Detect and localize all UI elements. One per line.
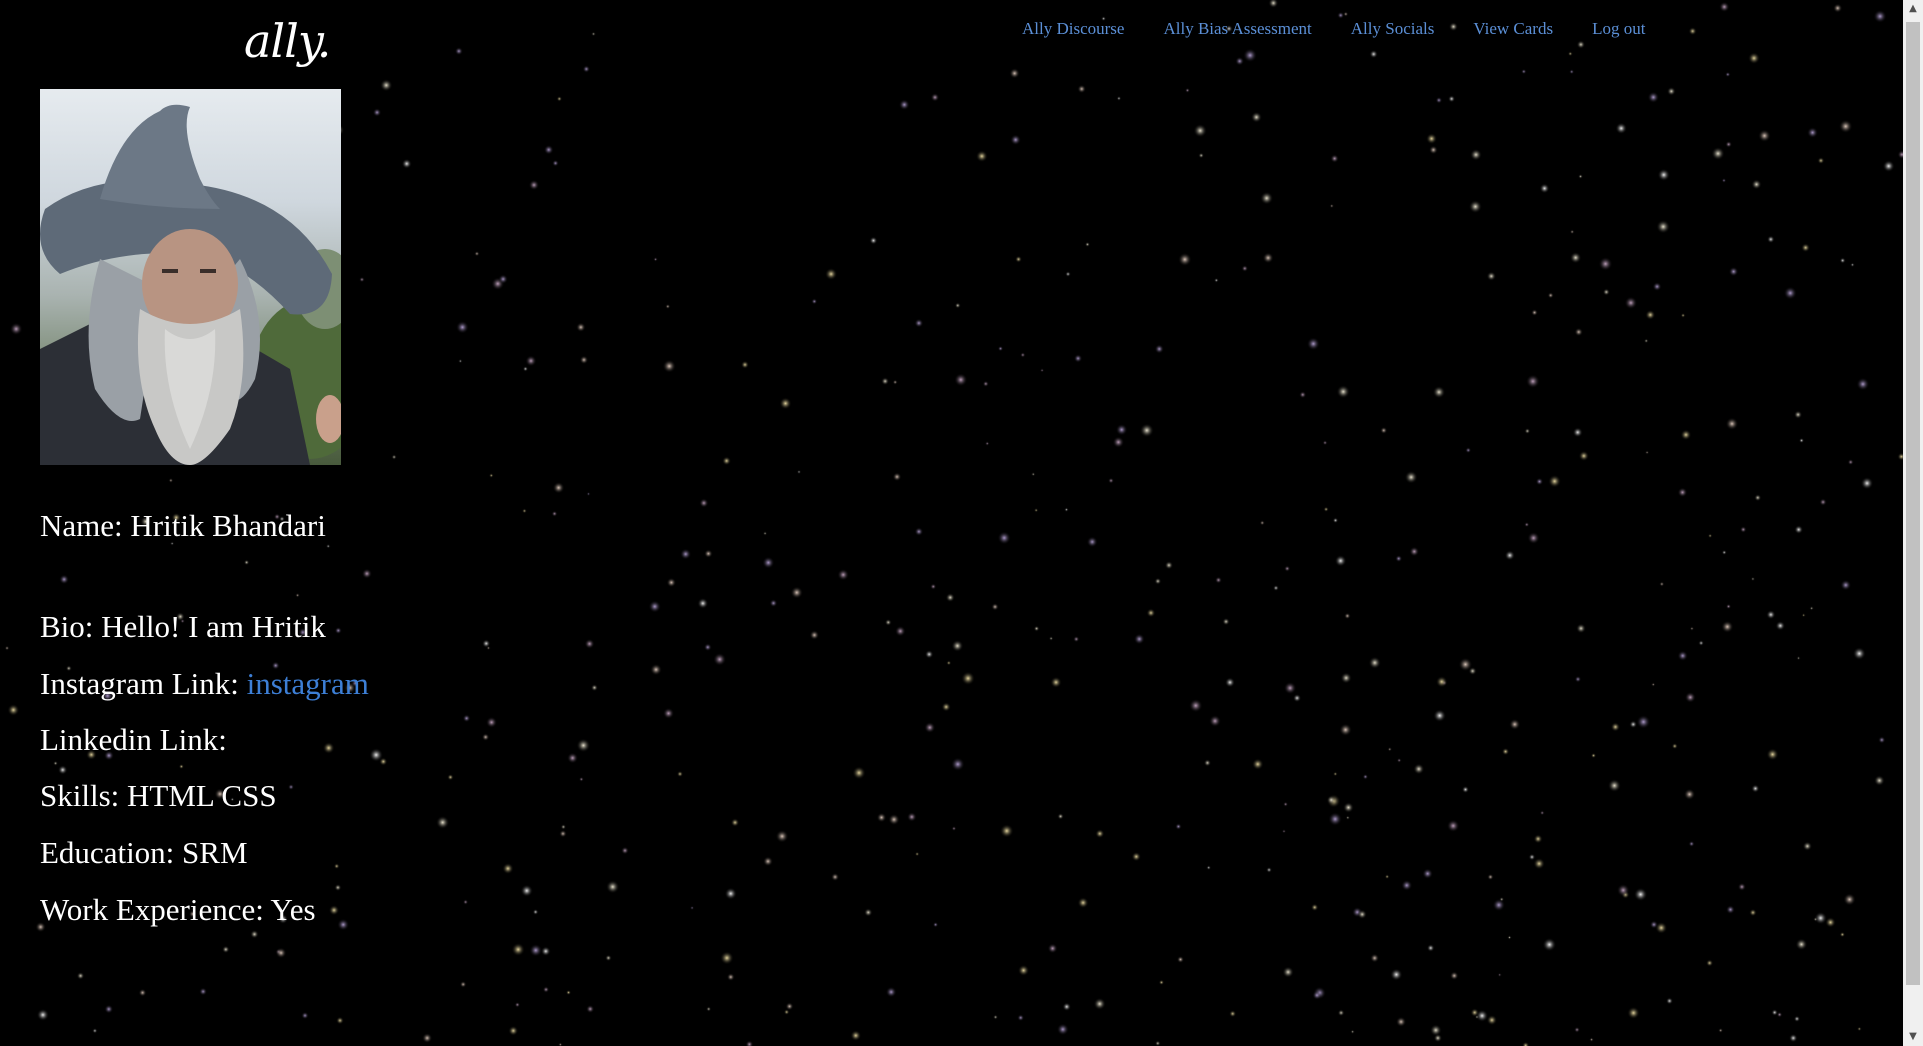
profile-bio: Bio: Hello! I am Hritik [40, 609, 326, 644]
profile-avatar [40, 89, 341, 465]
profile-instagram-row: Instagram Link: instagram [40, 668, 369, 699]
profile-work-experience: Work Experience: Yes [40, 892, 316, 927]
profile-page: ally. Ally Discourse Ally Bias Assessmen… [0, 0, 1903, 1046]
nav-log-out[interactable]: Log out [1592, 19, 1645, 39]
instagram-label: Instagram Link: [40, 666, 247, 701]
profile-education: Education: SRM [40, 835, 248, 870]
chevron-down-icon[interactable]: ▼ [1903, 1028, 1923, 1046]
instagram-link[interactable]: instagram [247, 666, 369, 701]
profile-name: Name: Hritik Bhandari [40, 508, 326, 543]
vertical-scrollbar[interactable]: ▲ ▼ [1903, 0, 1923, 1046]
wizard-portrait-image [40, 104, 341, 465]
nav-view-cards[interactable]: View Cards [1473, 19, 1553, 39]
scrollbar-thumb[interactable] [1906, 22, 1920, 985]
nav-ally-socials[interactable]: Ally Socials [1351, 19, 1435, 39]
nav-ally-discourse[interactable]: Ally Discourse [1022, 19, 1124, 39]
profile-skills: Skills: HTML CSS [40, 778, 277, 813]
nav-ally-bias-assessment[interactable]: Ally Bias Assessment [1163, 19, 1311, 39]
profile-linkedin: Linkedin Link: [40, 722, 227, 757]
chevron-up-icon[interactable]: ▲ [1903, 0, 1923, 18]
ally-logo[interactable]: ally. [244, 14, 331, 68]
top-nav: Ally Discourse Ally Bias Assessment Ally… [1022, 19, 1684, 39]
